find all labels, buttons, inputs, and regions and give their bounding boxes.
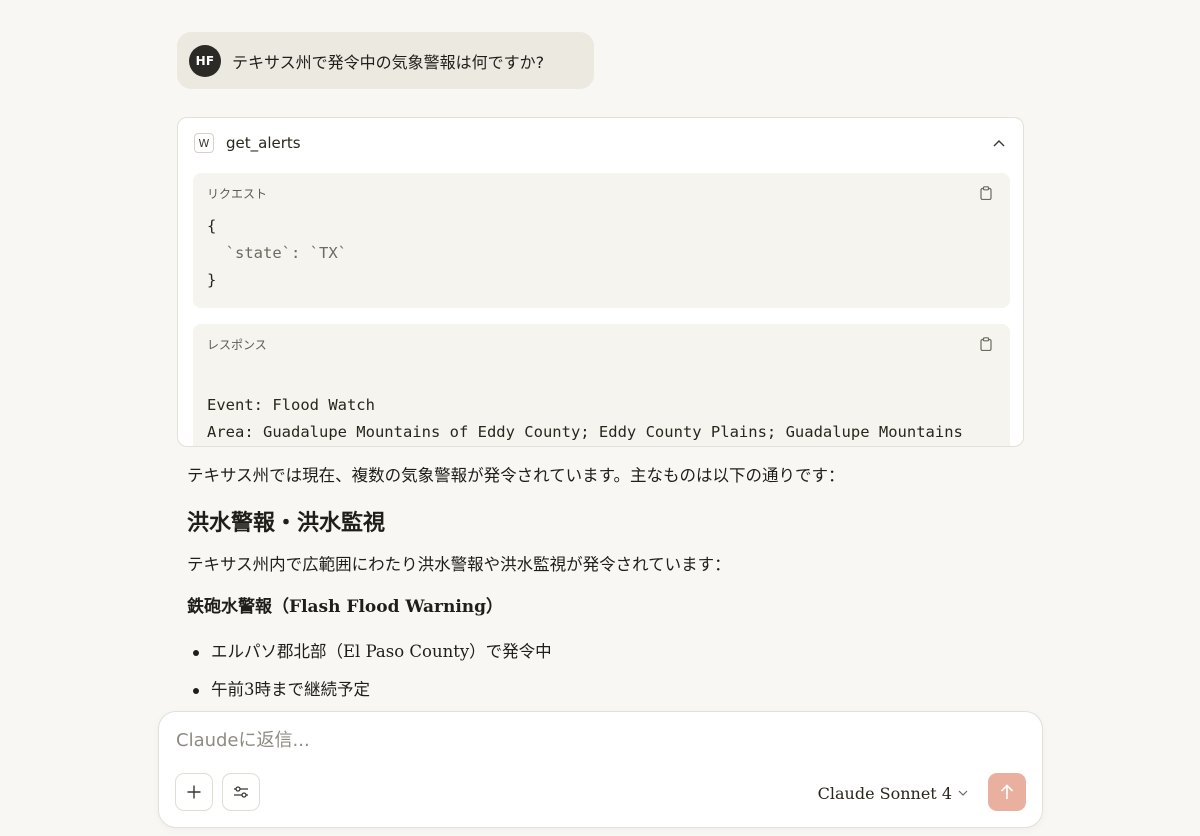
- code-line: Area: Guadalupe Mountains of Eddy County…: [207, 423, 963, 441]
- copy-icon[interactable]: [978, 336, 994, 352]
- send-button[interactable]: [988, 773, 1026, 811]
- code-line: {: [207, 217, 217, 235]
- code-line: Event: Flood Watch: [207, 396, 375, 414]
- tool-call-header[interactable]: W get_alerts: [178, 118, 1023, 168]
- add-button[interactable]: [175, 773, 213, 811]
- chevron-up-icon[interactable]: [989, 133, 1009, 153]
- tool-call-card: W get_alerts リクエスト { `state`: `TX`} レスポン…: [177, 117, 1024, 447]
- response-code: Event: Flood Watch Area: Guadalupe Mounta…: [207, 392, 963, 446]
- model-label: Claude Sonnet 4: [817, 783, 952, 803]
- assistant-reply: テキサス州では現在、複数の気象警報が発令されています。主なものは以下の通りです：…: [187, 460, 1027, 709]
- reply-subtext: テキサス州内で広範囲にわたり洪水警報や洪水監視が発令されています：: [187, 555, 731, 574]
- model-selector[interactable]: Claude Sonnet 4: [818, 780, 968, 806]
- user-message: HF テキサス州で発令中の気象警報は何ですか?: [177, 32, 594, 89]
- list-item: 午前3時まで継続予定: [187, 671, 1027, 709]
- request-block: リクエスト { `state`: `TX`}: [193, 173, 1010, 308]
- request-label: リクエスト: [207, 187, 268, 201]
- code-line: `state`: `TX`: [207, 244, 347, 262]
- chevron-down-icon: [958, 790, 968, 796]
- response-block: レスポンス Event: Flood Watch Area: Guadalupe …: [193, 324, 1010, 446]
- chat-page: HF テキサス州で発令中の気象警報は何ですか? W get_alerts リクエ…: [0, 0, 1200, 836]
- tool-w-icon: W: [194, 133, 214, 153]
- list-item: エルパソ郡北部（El Paso County）で発令中: [187, 633, 1027, 671]
- arrow-up-icon: [1000, 784, 1014, 799]
- plus-icon: [187, 785, 201, 799]
- response-label: レスポンス: [207, 338, 267, 352]
- tool-name: get_alerts: [226, 134, 301, 152]
- tools-button[interactable]: [222, 773, 260, 811]
- reply-bullet-list: エルパソ郡北部（El Paso County）で発令中 午前3時まで継続予定: [187, 633, 1027, 709]
- reply-intro: テキサス州では現在、複数の気象警報が発令されています。主なものは以下の通りです：: [187, 466, 845, 485]
- reply-input[interactable]: [176, 730, 1016, 751]
- avatar[interactable]: HF: [189, 44, 221, 77]
- reply-heading: 洪水警報・洪水監視: [187, 510, 386, 536]
- copy-icon[interactable]: [978, 185, 994, 201]
- code-line: }: [207, 271, 217, 289]
- composer: Claude Sonnet 4: [158, 711, 1043, 828]
- reply-subheading: 鉄砲水警報（Flash Flood Warning）: [187, 597, 504, 617]
- request-code: { `state`: `TX`}: [207, 213, 347, 294]
- user-message-text: テキサス州で発令中の気象警報は何ですか?: [232, 52, 545, 72]
- sliders-icon: [234, 786, 248, 798]
